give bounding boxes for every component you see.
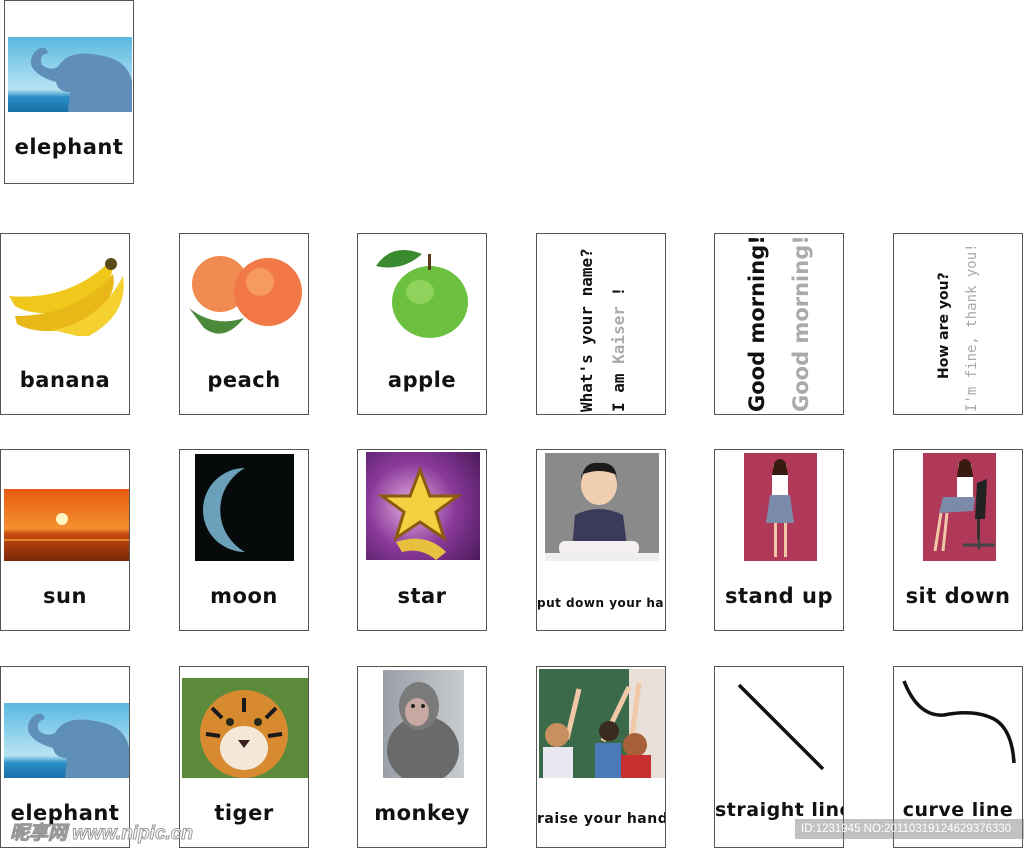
card-label: monkey: [374, 801, 470, 825]
apple-picture: [372, 242, 482, 342]
card-sun[interactable]: sun: [0, 449, 130, 631]
classroom-picture: [539, 669, 665, 778]
straight-line-drawing: [737, 683, 825, 771]
watermark-left: 昵享网 www.nipic.cn: [10, 823, 194, 845]
card-stand-up[interactable]: stand up: [714, 449, 844, 631]
card-apple[interactable]: apple: [357, 233, 487, 415]
sunset-picture: [4, 489, 129, 561]
star-picture: [366, 452, 480, 560]
card-label: peach: [207, 368, 281, 392]
card-label: banana: [19, 368, 111, 392]
card-banana[interactable]: banana: [0, 233, 130, 415]
card-label: star: [397, 584, 447, 608]
card-label: stand up: [725, 584, 833, 608]
answer-suffix: !: [609, 286, 628, 307]
card-monkey[interactable]: monkey: [357, 666, 487, 848]
card-put-down-your-hand[interactable]: put down your hand: [536, 449, 666, 631]
answer-name: Kaiser: [609, 306, 628, 364]
question-text: How are you?: [936, 272, 952, 379]
card-label: sit down: [905, 584, 1011, 608]
watermark-right: ID:1231945 NO:20110319124629376330: [795, 819, 1024, 839]
peach-picture: [184, 248, 308, 343]
card-label: moon: [210, 584, 278, 608]
card-moon[interactable]: moon: [179, 449, 309, 631]
card-tiger[interactable]: tiger: [179, 666, 309, 848]
standing-woman-picture: [744, 453, 817, 561]
card-how-are-you[interactable]: How are you? I'm fine, thank you!: [893, 233, 1023, 415]
card-label: elephant: [14, 135, 124, 159]
card-label: straight line: [715, 799, 844, 821]
card-label: curve line: [902, 799, 1014, 821]
card-peach[interactable]: peach: [179, 233, 309, 415]
banana-picture: [5, 246, 129, 336]
card-label: raise your hand: [537, 811, 666, 827]
answer-text: I'm fine, thank you!: [964, 243, 980, 412]
card-whats-your-name[interactable]: What's your name? I am Kaiser !: [536, 233, 666, 415]
reply-text: Good morning!: [789, 235, 813, 412]
monkey-picture: [383, 670, 464, 778]
question-text: What's your name?: [577, 248, 596, 412]
card-label: tiger: [214, 801, 274, 825]
sitting-woman-picture: [923, 453, 996, 561]
tiger-picture: [182, 678, 308, 778]
greeting-text: Good morning!: [745, 235, 769, 412]
card-raise-your-hand[interactable]: raise your hand: [536, 666, 666, 848]
card-sit-down[interactable]: sit down: [893, 449, 1023, 631]
card-label: apple: [387, 368, 457, 392]
answer-prefix: I am: [609, 363, 628, 412]
card-star[interactable]: star: [357, 449, 487, 631]
answer-text: I am Kaiser !: [609, 287, 628, 412]
card-elephant-top[interactable]: elephant: [4, 0, 134, 184]
elephant-picture: [8, 37, 132, 112]
curve-line-drawing: [902, 680, 1016, 764]
card-label: sun: [43, 584, 87, 608]
elephant-picture: [4, 703, 129, 778]
card-good-morning[interactable]: Good morning! Good morning!: [714, 233, 844, 415]
moon-picture: [195, 454, 294, 561]
girl-picture: [545, 453, 659, 561]
card-label: put down your hand: [537, 596, 665, 610]
